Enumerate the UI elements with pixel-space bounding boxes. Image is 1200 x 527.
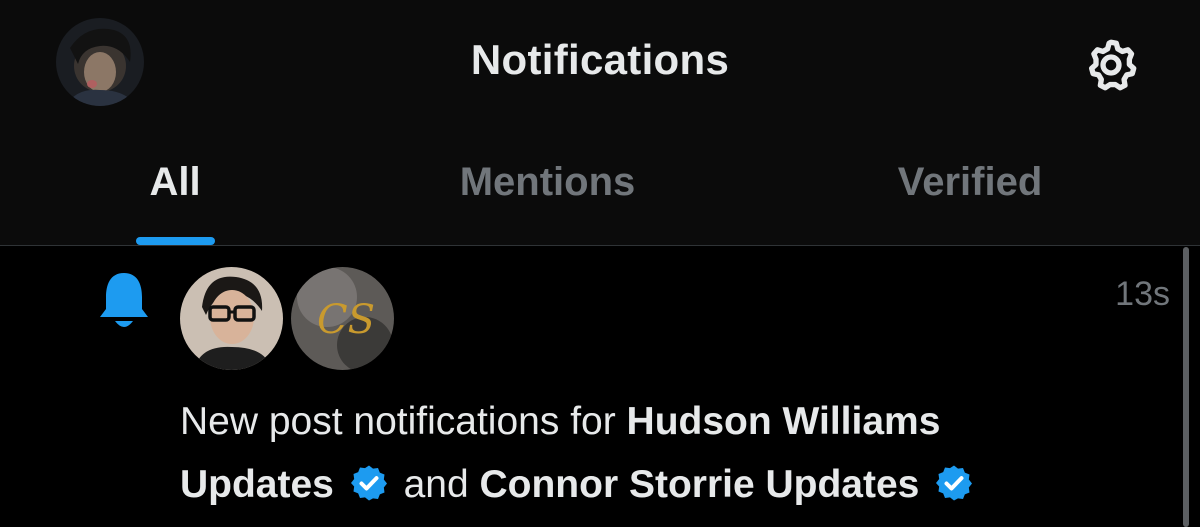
account-avatar-connor[interactable]: CS <box>291 267 394 370</box>
notification-message: New post notifications for Hudson Willia… <box>180 390 1100 516</box>
verified-badge-icon <box>350 465 387 501</box>
tab-mentions[interactable]: Mentions <box>420 160 675 212</box>
account-avatar-hudson[interactable] <box>180 267 283 370</box>
account-name-2[interactable]: Connor Storrie Updates <box>479 463 919 506</box>
tab-all[interactable]: All <box>120 160 230 212</box>
settings-button[interactable] <box>1080 34 1142 96</box>
message-connector: and <box>403 463 469 506</box>
svg-text:CS: CS <box>317 297 375 343</box>
notification-item[interactable]: CS 13s New post notifications for Hudson… <box>0 247 1200 527</box>
page-title: Notifications <box>470 36 730 83</box>
active-tab-indicator <box>136 237 215 245</box>
notifications-header: Notifications All Mentions Verified <box>0 0 1200 246</box>
tab-verified[interactable]: Verified <box>870 160 1070 212</box>
notifications-page: Notifications All Mentions Verified CS 1… <box>0 0 1200 527</box>
gear-icon <box>1089 39 1137 91</box>
scrollbar[interactable] <box>1183 247 1189 527</box>
bell-icon <box>100 273 148 327</box>
message-prefix: New post notifications for <box>180 400 627 443</box>
verified-badge-icon <box>936 465 973 501</box>
notification-timestamp: 13s <box>1115 275 1170 313</box>
